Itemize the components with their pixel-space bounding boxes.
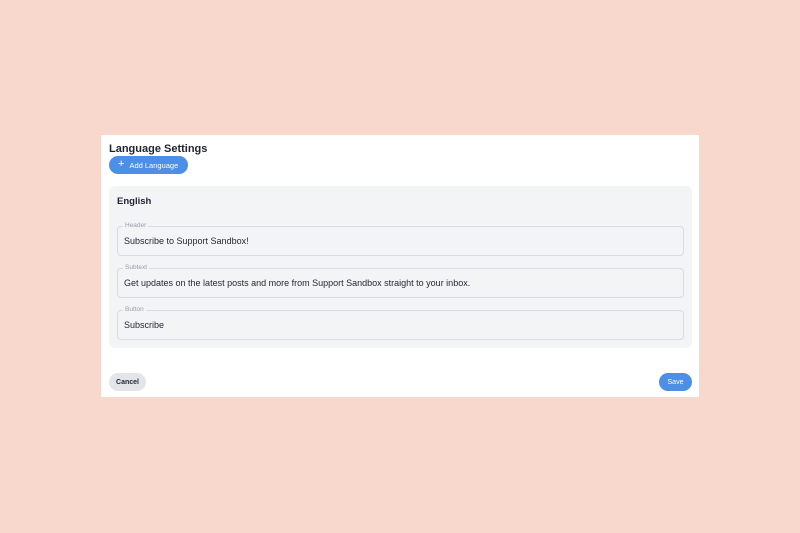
language-name: English bbox=[117, 196, 152, 207]
save-button[interactable]: Save bbox=[659, 373, 692, 391]
button-text-field[interactable]: Button Subscribe bbox=[117, 305, 684, 340]
subtext-field-value: Get updates on the latest posts and more… bbox=[124, 278, 471, 288]
button-field-value: Subscribe bbox=[124, 320, 165, 330]
language-card-english: English Header Subscribe to Support Sand… bbox=[109, 186, 692, 348]
subtext-field[interactable]: Subtext Get updates on the latest posts … bbox=[117, 263, 684, 298]
language-settings-panel: Language Settings + Add Language English… bbox=[101, 135, 699, 397]
button-field-label: Button bbox=[123, 305, 146, 315]
page-title: Language Settings bbox=[109, 143, 208, 155]
header-field-value: Subscribe to Support Sandbox! bbox=[124, 236, 249, 246]
plus-icon: + bbox=[118, 158, 125, 170]
header-field-label: Header bbox=[123, 221, 149, 231]
subtext-field-label: Subtext bbox=[123, 263, 150, 273]
add-language-label: Add Language bbox=[129, 160, 179, 170]
cancel-button[interactable]: Cancel bbox=[109, 373, 146, 391]
add-language-button[interactable]: + Add Language bbox=[109, 156, 189, 174]
header-field[interactable]: Header Subscribe to Support Sandbox! bbox=[117, 221, 684, 256]
